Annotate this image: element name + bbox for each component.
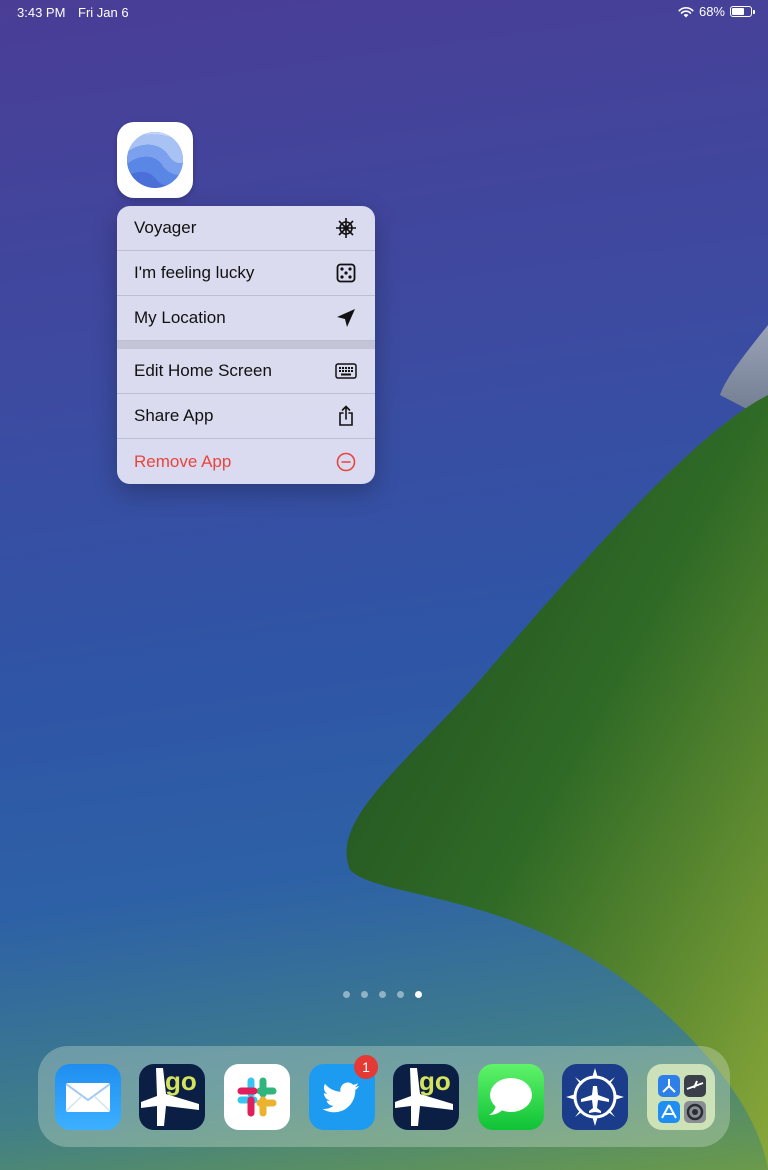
envelope-icon [65,1083,111,1112]
battery-percent: 68% [698,4,725,19]
google-earth-icon[interactable] [117,122,193,198]
folder-icon [658,1075,706,1123]
ship-wheel-icon [335,217,357,239]
location-arrow-icon [335,307,357,329]
minus-circle-icon [335,451,357,473]
menu-item-feeling-lucky[interactable]: I'm feeling lucky [117,251,375,296]
page-dot-active[interactable] [415,991,422,998]
twitter-app[interactable]: 1 [309,1055,378,1130]
app-library-folder[interactable] [647,1064,715,1130]
plane-go-icon: go [395,1066,453,1126]
speech-bubble-icon [489,1078,532,1115]
page-dot[interactable] [397,991,404,998]
slack-app[interactable] [224,1064,290,1130]
menu-item-label: Remove App [134,451,232,471]
dock: go 1 go [38,1046,730,1147]
dice-icon [335,262,357,284]
status-time: 3:43 PM [17,5,66,20]
menu-item-remove-app[interactable]: Remove App [117,439,375,484]
menu-item-label: Edit Home Screen [134,361,272,380]
menu-item-label: Voyager [134,218,197,237]
flightaware-go-app-2[interactable]: go [393,1064,459,1130]
menu-item-share-app[interactable]: Share App [117,394,375,439]
menu-item-label: Share App [134,406,214,425]
page-indicator[interactable] [343,991,422,998]
keyboard-icon [335,360,357,382]
wifi-icon [678,6,694,17]
menu-separator [117,341,375,349]
slack-icon [237,1077,277,1117]
menu-item-label: My Location [134,308,226,327]
page-dot[interactable] [379,991,386,998]
mail-app[interactable] [55,1064,121,1130]
svg-text:go: go [165,1066,197,1096]
notification-badge: 1 [354,1055,378,1079]
status-date: Fri Jan 6 [78,5,129,20]
battery-fill [732,8,744,15]
context-menu: Voyager I'm feeling lucky My Location Ed… [117,206,375,484]
share-icon [335,405,357,427]
flightaware-go-app[interactable]: go [139,1064,205,1130]
menu-item-label: I'm feeling lucky [134,263,255,282]
messages-app[interactable] [478,1064,544,1130]
page-dot[interactable] [361,991,368,998]
battery-icon [730,6,755,17]
svg-text:go: go [419,1066,451,1096]
compass-plane-icon [566,1068,624,1126]
status-right: 68% [678,4,755,19]
menu-item-edit-home-screen[interactable]: Edit Home Screen [117,349,375,394]
menu-item-my-location[interactable]: My Location [117,296,375,341]
menu-item-voyager[interactable]: Voyager [117,206,375,251]
page-dot[interactable] [343,991,350,998]
flight-app[interactable] [562,1064,628,1130]
status-bar: 3:43 PM Fri Jan 6 68% [0,0,768,26]
plane-go-icon: go [141,1066,199,1126]
